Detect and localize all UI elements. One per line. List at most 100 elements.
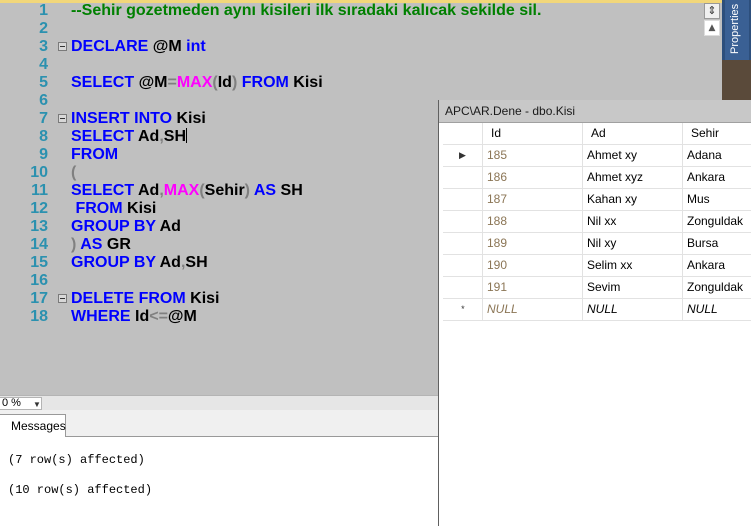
row-selector-header[interactable] (443, 123, 483, 145)
line-number: 3 (39, 38, 48, 55)
sql-identifier: Ad (155, 254, 181, 271)
table-row[interactable]: 191 Sevim Zonguldak (443, 277, 751, 299)
sql-keyword: DELETE (71, 290, 135, 307)
sql-keyword: AS (80, 236, 103, 253)
cell-sehir[interactable]: Adana (683, 145, 751, 167)
line-number: 11 (31, 182, 48, 199)
code-line[interactable]: 2 (0, 20, 700, 38)
code-text: ) AS GR (71, 236, 131, 254)
line-number: 13 (30, 218, 48, 235)
row-selector[interactable] (443, 167, 483, 189)
cell-sehir[interactable]: Zonguldak (683, 277, 751, 299)
cell-sehir[interactable]: Mus (683, 189, 751, 211)
chevron-down-icon[interactable]: ▼ (33, 399, 41, 410)
sql-identifier: @M (148, 38, 187, 55)
code-text: GROUP BY Ad (71, 218, 181, 236)
properties-tab[interactable]: Properties (725, 0, 749, 60)
cell-id[interactable]: 189 (483, 233, 583, 255)
sql-identifier: Id (217, 74, 232, 91)
column-header-ad[interactable]: Ad (583, 123, 683, 145)
sql-keyword: INSERT INTO (71, 110, 173, 127)
row-selector[interactable] (443, 211, 483, 233)
collapse-icon[interactable] (58, 114, 67, 123)
code-line[interactable]: 1 --Sehir gozetmeden aynı kisileri ilk sı… (0, 2, 700, 20)
line-number: 15 (30, 254, 48, 271)
cell-sehir[interactable]: Bursa (683, 233, 751, 255)
code-line[interactable]: 5 SELECT @M=MAX(Id) FROM Kisi (0, 74, 700, 92)
cell-sehir[interactable]: Zonguldak (683, 211, 751, 233)
table-row[interactable]: 188 Nil xx Zonguldak (443, 211, 751, 233)
row-selector[interactable] (443, 233, 483, 255)
table-row[interactable]: 189 Nil xy Bursa (443, 233, 751, 255)
cell-ad[interactable]: Nil xx (583, 211, 683, 233)
row-selector[interactable] (443, 255, 483, 277)
text-caret (186, 128, 187, 143)
row-selector[interactable] (443, 277, 483, 299)
cell-ad[interactable]: Kahan xy (583, 189, 683, 211)
code-line[interactable]: 3 DECLARE @M int (0, 38, 700, 56)
sql-identifier: Ad (155, 218, 181, 235)
cell-sehir[interactable]: NULL (683, 299, 751, 321)
column-header-id[interactable]: Id (483, 123, 583, 145)
sql-keyword: FROM (241, 74, 289, 91)
cell-id[interactable]: 185 (483, 145, 583, 167)
cell-sehir[interactable]: Ankara (683, 255, 751, 277)
sql-operator: <= (149, 308, 168, 325)
cell-id[interactable]: 190 (483, 255, 583, 277)
zoom-value: 0 % (2, 397, 21, 409)
sql-identifier: Sehir (204, 182, 245, 199)
line-number: 7 (39, 110, 48, 127)
line-number: 5 (39, 74, 48, 91)
code-text: DELETE FROM Kisi (71, 290, 219, 308)
tab-messages[interactable]: Messages (0, 414, 66, 438)
split-handle-icon[interactable]: ⇕ (704, 3, 720, 19)
cell-id[interactable]: 187 (483, 189, 583, 211)
line-number: 14 (30, 236, 48, 253)
current-row-icon[interactable]: ▶ (443, 145, 483, 167)
sql-identifier: @M (167, 308, 197, 325)
line-number: 10 (30, 164, 48, 181)
new-row[interactable]: * NULL NULL NULL (443, 299, 751, 321)
line-number: 18 (30, 308, 48, 325)
line-number: 1 (39, 2, 48, 19)
zoom-select[interactable]: 0 % ▼ (0, 397, 42, 410)
cell-id[interactable]: 191 (483, 277, 583, 299)
sql-identifier: Kisi (172, 110, 206, 127)
message-line: (7 row(s) affected) (8, 453, 145, 467)
table-row[interactable]: 186 Ahmet xyz Ankara (443, 167, 751, 189)
collapse-icon[interactable] (58, 42, 67, 51)
code-text: SELECT @M=MAX(Id) FROM Kisi (71, 74, 323, 92)
table-row[interactable]: ▶ 185 Ahmet xy Adana (443, 145, 751, 167)
collapse-icon[interactable] (58, 294, 67, 303)
sql-keyword: DECLARE (71, 38, 149, 55)
grid-header-row: Id Ad Sehir (443, 123, 751, 145)
cell-ad[interactable]: NULL (583, 299, 683, 321)
code-text: GROUP BY Ad,SH (71, 254, 208, 272)
row-selector[interactable] (443, 189, 483, 211)
column-header-sehir[interactable]: Sehir (683, 123, 751, 145)
cell-sehir[interactable]: Ankara (683, 167, 751, 189)
sql-keyword: FROM (138, 290, 186, 307)
cell-id[interactable]: NULL (483, 299, 583, 321)
code-text: --Sehir gozetmeden aynı kisileri ilk sır… (71, 2, 541, 20)
cell-ad[interactable]: Nil xy (583, 233, 683, 255)
line-number: 12 (30, 200, 48, 217)
code-line[interactable]: 4 (0, 56, 700, 74)
sql-identifier: Kisi (122, 200, 157, 217)
cell-ad[interactable]: Selim xx (583, 255, 683, 277)
sql-operator: ( (71, 164, 77, 181)
table-row[interactable]: 187 Kahan xy Mus (443, 189, 751, 211)
sql-keyword: int (186, 38, 206, 55)
cell-id[interactable]: 188 (483, 211, 583, 233)
cell-ad[interactable]: Sevim (583, 277, 683, 299)
scroll-up-icon[interactable]: ▲ (704, 20, 720, 36)
code-text: FROM (71, 146, 118, 164)
cell-id[interactable]: 186 (483, 167, 583, 189)
table-row[interactable]: 190 Selim xx Ankara (443, 255, 751, 277)
new-row-icon[interactable]: * (443, 299, 483, 321)
line-number: 16 (30, 272, 48, 289)
cell-ad[interactable]: Ahmet xy (583, 145, 683, 167)
sql-identifier: Ad (134, 182, 160, 199)
sql-identifier: GR (102, 236, 131, 253)
cell-ad[interactable]: Ahmet xyz (583, 167, 683, 189)
